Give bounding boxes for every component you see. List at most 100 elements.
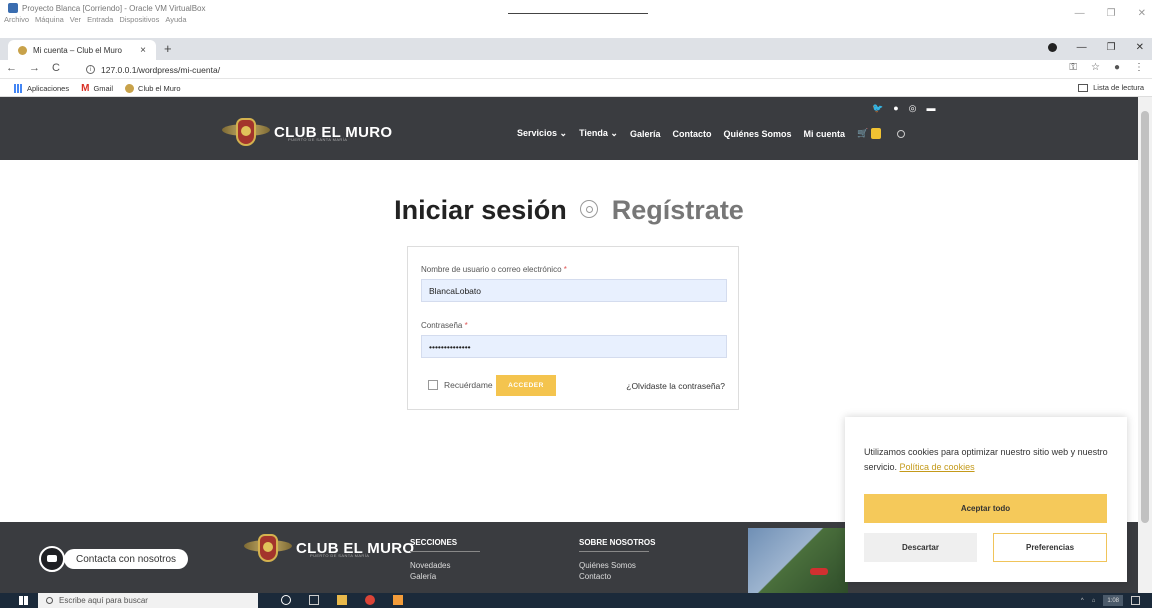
browser-tab-active[interactable]: Mi cuenta – Club el Muro ×: [8, 40, 156, 60]
remember-label: Recuérdame: [444, 380, 493, 390]
reading-list-icon: [1078, 83, 1089, 92]
forgot-password-link[interactable]: ¿Olvidaste la contraseña?: [626, 381, 725, 391]
reload-icon[interactable]: C: [52, 62, 60, 74]
username-input[interactable]: BlancaLobato: [421, 279, 727, 302]
vbox-window-title: Proyecto Blanca [Corriendo] - Oracle VM …: [22, 4, 206, 13]
site-info-icon[interactable]: i: [86, 65, 95, 74]
network-icon[interactable]: ⌂: [1092, 598, 1096, 604]
cookie-policy-link[interactable]: Política de cookies: [900, 462, 975, 472]
browser-minimize-icon[interactable]: —: [1077, 42, 1087, 53]
bookmarks-bar: Aplicaciones M Gmail Club el Muro Lista …: [0, 79, 1152, 97]
twitter-icon[interactable]: 🐦: [872, 103, 883, 114]
password-input[interactable]: ••••••••••••••: [421, 335, 727, 358]
address-bar[interactable]: i 127.0.0.1/wordpress/mi-cuenta/: [86, 62, 986, 77]
bookmark-club-el-muro[interactable]: Club el Muro: [125, 84, 181, 93]
footer-link-novedades[interactable]: Novedades: [410, 561, 480, 570]
vbox-menu-maquina[interactable]: Máquina: [35, 15, 64, 24]
profile-icon[interactable]: ●: [1114, 62, 1120, 73]
taskbar-search-placeholder: Escribe aquí para buscar: [59, 596, 148, 605]
cookie-banner: Utilizamos cookies para optimizar nuestr…: [845, 417, 1127, 582]
vbox-menu-entrada[interactable]: Entrada: [87, 15, 113, 24]
search-icon[interactable]: [897, 129, 906, 138]
task-view-icon[interactable]: [309, 595, 319, 605]
forward-arrow-icon[interactable]: →: [29, 62, 40, 74]
new-tab-icon[interactable]: +: [164, 41, 172, 56]
star-bookmark-icon[interactable]: ☆: [1091, 62, 1100, 73]
key-icon[interactable]: ⚿: [1069, 62, 1077, 73]
clock[interactable]: 1:08: [1103, 595, 1123, 606]
cart-button[interactable]: 🛒: [857, 128, 882, 139]
minimize-icon[interactable]: —: [1075, 8, 1085, 19]
chat-bubble-icon[interactable]: [39, 546, 65, 572]
back-arrow-icon[interactable]: ←: [6, 62, 17, 74]
nav-buttons: ← → C: [6, 62, 60, 74]
toggle-circle-icon: [580, 199, 599, 218]
taskbar-apps: [281, 595, 403, 605]
contact-chat-label[interactable]: Contacta con nosotros: [64, 549, 189, 569]
file-explorer-icon[interactable]: [337, 595, 347, 605]
browser-window-controls: — ❐ ✕: [1047, 42, 1144, 53]
apps-grid-icon: [14, 84, 23, 93]
footer-link-galeria[interactable]: Galería: [410, 572, 480, 581]
footer-link-contacto[interactable]: Contacto: [579, 572, 655, 581]
vbox-window-controls: — ❐ ✕: [1075, 8, 1146, 19]
xampp-icon[interactable]: [393, 595, 403, 605]
chrome-icon[interactable]: [365, 595, 375, 605]
accept-all-button[interactable]: Aceptar todo: [864, 494, 1107, 523]
vbox-mini-toolbar-line: [508, 13, 648, 14]
footer-sections: SECCIONES Novedades Galería: [410, 538, 480, 583]
login-submit-button[interactable]: ACCEDER: [496, 375, 556, 396]
windows-taskbar: Escribe aquí para buscar ^ ⌂ 1:08: [0, 593, 1152, 608]
toolbar-right: ⚿ ☆ ● ⋮: [1069, 62, 1144, 73]
nav-galeria[interactable]: Galería: [630, 129, 661, 139]
record-icon: [1047, 43, 1057, 52]
nav-contacto[interactable]: Contacto: [673, 129, 712, 139]
logo-subtitle: PUERTO DE SANTA MARÍA: [288, 137, 348, 142]
cart-icon: 🛒: [857, 128, 869, 138]
nav-quienes-somos[interactable]: Quiénes Somos: [724, 129, 792, 139]
virtualbox-icon: [8, 3, 18, 13]
footer-logo[interactable]: CLUB EL MURO PUERTO DE SANTA MARÍA: [244, 530, 414, 566]
close-icon[interactable]: ✕: [1138, 8, 1146, 19]
footer-about-title: SOBRE NOSOTROS: [579, 538, 656, 547]
cortana-icon[interactable]: [281, 595, 291, 605]
taskbar-search[interactable]: Escribe aquí para buscar: [38, 593, 258, 608]
discard-button[interactable]: Descartar: [864, 533, 977, 562]
remember-checkbox[interactable]: [428, 380, 438, 390]
browser-restore-icon[interactable]: ❐: [1107, 42, 1116, 53]
browser-tab-strip: Mi cuenta – Club el Muro × + — ❐ ✕: [0, 38, 1152, 60]
bookmark-gmail[interactable]: M Gmail: [81, 83, 113, 94]
notifications-icon[interactable]: [1131, 596, 1140, 605]
windows-start-icon[interactable]: [19, 596, 28, 605]
vbox-menu-ver[interactable]: Ver: [70, 15, 81, 24]
footer-about: SOBRE NOSOTROS Quiénes Somos Contacto: [579, 538, 655, 583]
system-tray: ^ ⌂ 1:08: [1081, 595, 1140, 606]
nav-servicios[interactable]: Servicios ⌄: [517, 128, 567, 139]
site-logo[interactable]: CLUB EL MURO PUERTO DE SANTA MARÍA: [222, 114, 392, 150]
tab-close-icon[interactable]: ×: [140, 45, 146, 56]
browser-close-icon[interactable]: ✕: [1136, 42, 1144, 53]
vbox-menu-ayuda[interactable]: Ayuda: [165, 15, 186, 24]
scrollbar-thumb[interactable]: [1141, 111, 1149, 523]
reading-list-button[interactable]: Lista de lectura: [1078, 83, 1144, 92]
remember-me[interactable]: Recuérdame: [428, 380, 493, 390]
facebook-icon[interactable]: ●: [893, 103, 898, 114]
instagram-icon[interactable]: ◎: [909, 103, 917, 114]
register-link[interactable]: Regístrate: [612, 195, 744, 225]
footer-photo: [748, 528, 848, 593]
page-scrollbar[interactable]: [1138, 97, 1152, 593]
restore-icon[interactable]: ❐: [1107, 8, 1116, 19]
vbox-menu-archivo[interactable]: Archivo: [4, 15, 29, 24]
footer-link-quienes-somos[interactable]: Quiénes Somos: [579, 561, 655, 570]
vbox-menu-dispositivos[interactable]: Dispositivos: [119, 15, 159, 24]
nav-tienda[interactable]: Tienda ⌄: [579, 128, 618, 139]
login-form: Nombre de usuario o correo electrónico *…: [407, 246, 739, 410]
tray-chevron-icon[interactable]: ^: [1081, 598, 1084, 604]
menu-kebab-icon[interactable]: ⋮: [1134, 62, 1144, 73]
nav-mi-cuenta[interactable]: Mi cuenta: [804, 129, 846, 139]
bookmark-apps[interactable]: Aplicaciones: [14, 84, 69, 93]
club-badge-icon: [222, 114, 270, 150]
bookmark-label: Club el Muro: [138, 84, 181, 93]
youtube-icon[interactable]: ▬: [927, 103, 936, 114]
preferences-button[interactable]: Preferencias: [993, 533, 1107, 562]
